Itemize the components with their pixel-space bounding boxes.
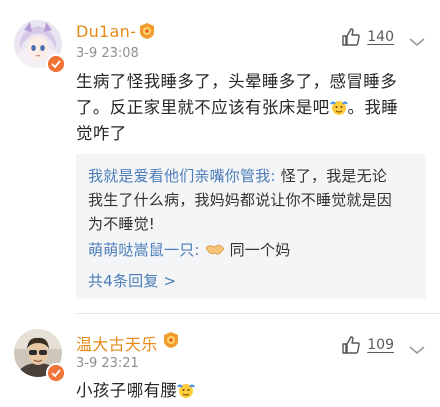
thumb-up-icon	[342, 336, 361, 354]
comment-item: Du1an- 3-9 23:08 140 生病了怪我睡多了，头晕睡多了，感冒睡多…	[0, 0, 440, 315]
like-button[interactable]: 140	[341, 27, 394, 47]
comment-text-segment: 小孩子哪有腰	[76, 381, 178, 400]
thumb-up-icon	[342, 28, 361, 46]
comment-text-segment: 。我睡	[347, 98, 399, 117]
reply-line: 为不睡觉!	[88, 215, 156, 233]
username[interactable]: 温大古天乐	[76, 331, 158, 355]
verified-badge-icon	[46, 363, 66, 383]
comment-text: 小孩子哪有腰	[76, 378, 421, 404]
verified-badge-icon	[46, 54, 66, 74]
like-count: 140	[367, 29, 394, 45]
reply-text: 怪了，我是无论	[275, 167, 388, 185]
comment-text: 生病了怪我睡多了，头晕睡多了，感冒睡多 了。反正家里就不应该有张床是吧 。我睡 觉…	[76, 69, 421, 147]
reply-line: 我就是爱看他们亲嘴你管我: 怪了，我是无论	[88, 164, 418, 188]
chevron-down-icon[interactable]	[408, 340, 426, 355]
handshake-icon	[205, 240, 225, 258]
replies-box: 我就是爱看他们亲嘴你管我: 怪了，我是无论 我生了什么病，我妈妈都说让你不睡觉就…	[76, 154, 426, 299]
like-count: 109	[367, 337, 394, 353]
like-button[interactable]: 109	[341, 335, 394, 355]
reply-author[interactable]: 我就是爱看他们亲嘴你管我:	[88, 167, 276, 185]
reply-line: 我生了什么病，我妈妈都说让你不睡觉就是因	[88, 191, 393, 209]
username[interactable]: Du1an-	[76, 22, 136, 41]
timestamp: 3-9 23:21	[76, 356, 139, 371]
reply-item: 萌萌哒嵩鼠一只: 同一个妈	[88, 238, 418, 262]
chevron-down-icon[interactable]	[408, 32, 426, 47]
reply-item: 我就是爱看他们亲嘴你管我: 怪了，我是无论 我生了什么病，我妈妈都说让你不睡觉就…	[88, 164, 418, 236]
divider	[76, 313, 440, 314]
reply-author[interactable]: 萌萌哒嵩鼠一只:	[88, 241, 200, 259]
level-badge-icon	[162, 331, 178, 348]
comment-text-line: 生病了怪我睡多了，头晕睡多了，感冒睡多	[76, 72, 398, 91]
timestamp: 3-9 23:08	[76, 46, 139, 61]
comment-text-segment: 了。反正家里就不应该有张床是吧	[76, 98, 330, 117]
reply-text: 同一个妈	[229, 241, 291, 259]
emoji-icon	[329, 98, 348, 116]
comment-text-line: 了。反正家里就不应该有张床是吧 。我睡	[76, 95, 421, 121]
emoji-icon	[177, 381, 196, 399]
view-more-replies-link[interactable]: 共4条回复 >	[88, 270, 176, 291]
level-badge-icon	[138, 22, 154, 39]
comment-text-line: 觉咋了	[76, 124, 127, 143]
comment-item: 温大古天乐 3-9 23:21 109 小孩子哪有腰	[0, 315, 440, 406]
